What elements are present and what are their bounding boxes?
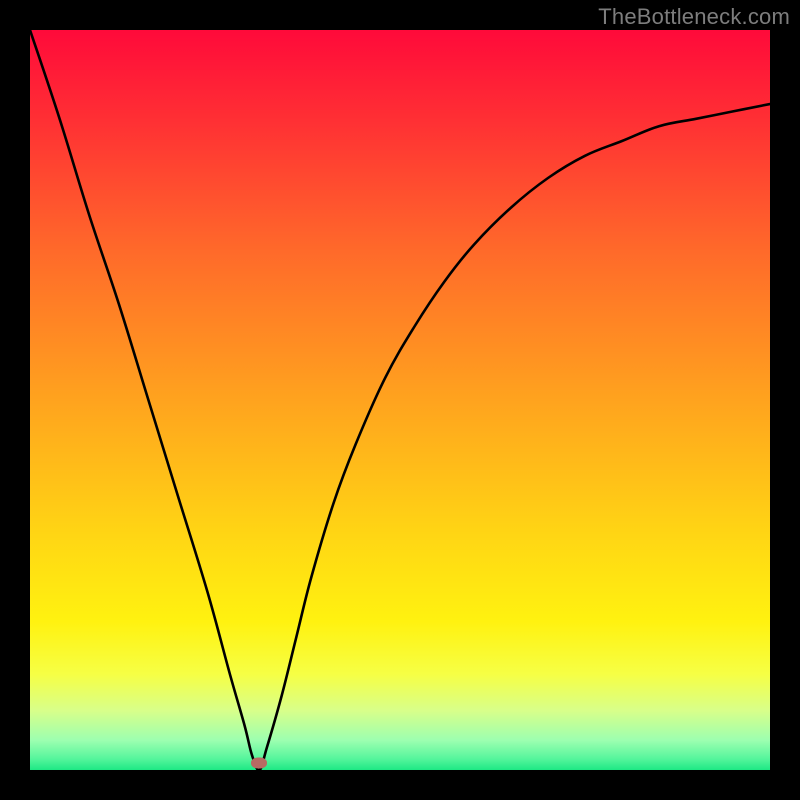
bottleneck-curve [30,30,770,770]
optimal-point-marker [251,757,267,768]
watermark-text: TheBottleneck.com [598,4,790,30]
chart-frame: TheBottleneck.com [0,0,800,800]
plot-area [30,30,770,770]
